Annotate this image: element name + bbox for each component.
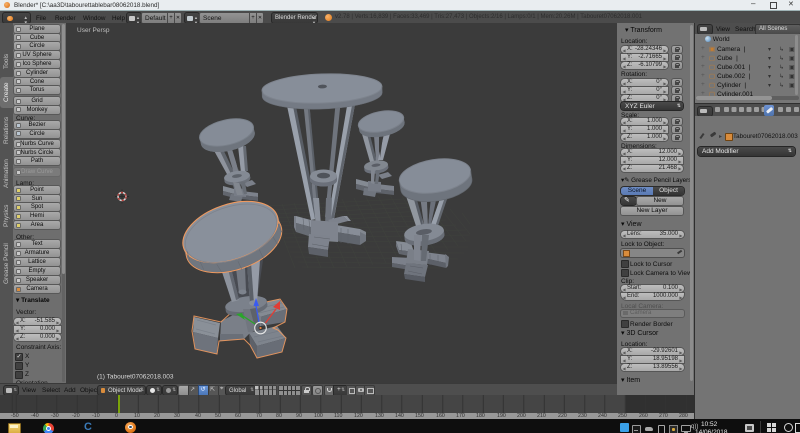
svg-text:(1) Tabouret07062018.003: (1) Tabouret07062018.003 [97,374,174,381]
svg-text:User Persp: User Persp [77,27,110,34]
